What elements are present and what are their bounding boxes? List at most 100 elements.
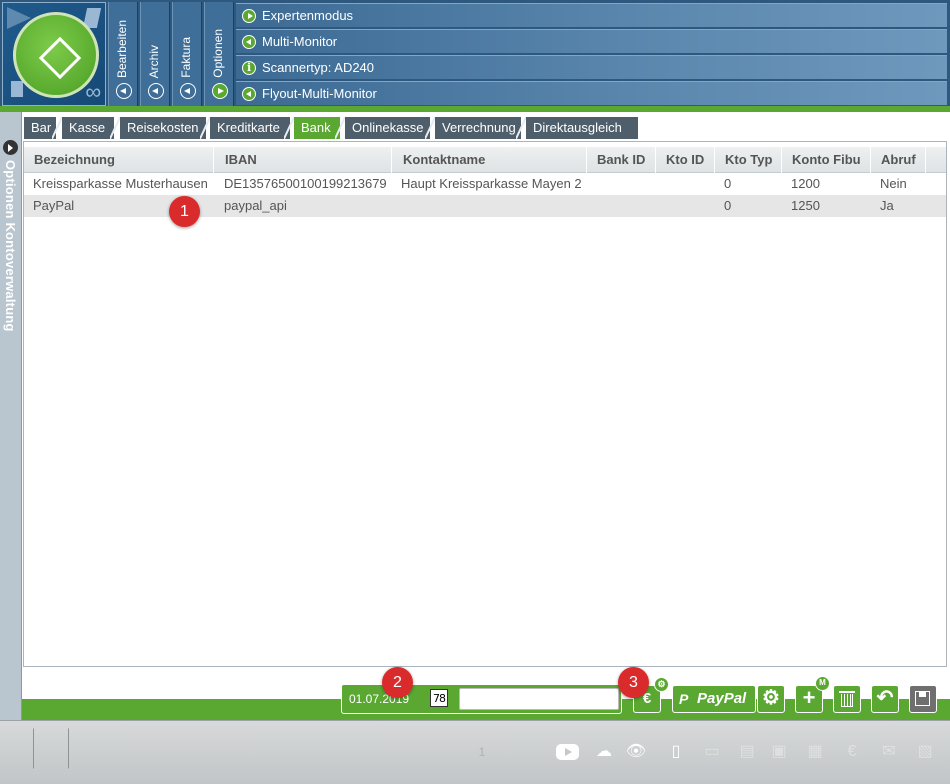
table-row[interactable]: PayPal paypal_api 0 1250 Ja <box>24 195 946 217</box>
tab-bank[interactable]: Bank <box>294 117 340 139</box>
delete-button[interactable] <box>833 685 861 713</box>
cloud-upload-icon[interactable]: ☁ <box>592 741 616 763</box>
cell-konto-fibu: 1250 <box>791 198 820 213</box>
tab-verrechnung[interactable]: Verrechnung <box>435 117 521 139</box>
paypal-logo-icon: P <box>679 691 689 707</box>
arrow-left-icon[interactable] <box>116 83 132 99</box>
cell-bank-id <box>587 195 596 217</box>
tab-separator <box>110 117 120 139</box>
tab-direktausgleich[interactable]: Direktausgleich <box>526 117 638 139</box>
ribbon-divider <box>0 106 950 112</box>
image-icon[interactable]: ▧ <box>913 741 937 763</box>
info-icon <box>242 61 256 75</box>
settings-button[interactable]: ⚙ <box>757 685 785 713</box>
column-header-abruf[interactable]: Abruf <box>871 147 926 173</box>
ribbon-tab-archiv[interactable]: Archiv <box>140 2 170 106</box>
column-header-bezeichnung[interactable]: Bezeichnung <box>24 147 214 173</box>
trash-icon <box>839 691 855 693</box>
ribbon-tab-label: Optionen <box>211 29 225 78</box>
tab-separator <box>516 117 526 139</box>
flyout-label: Flyout-Multi-Monitor <box>262 86 377 101</box>
arrow-right-icon[interactable] <box>212 83 228 99</box>
eye-icon[interactable]: 👁 <box>624 741 648 763</box>
table-header: Bezeichnung IBAN Kontaktname Bank ID Kto… <box>24 147 946 173</box>
cell-kontaktname <box>392 195 401 217</box>
cell-abruf: Nein <box>880 176 907 191</box>
app-logo[interactable]: ∞ <box>2 2 106 106</box>
cell-iban: DE13576500100199213679 <box>224 176 387 191</box>
search-input[interactable] <box>459 688 619 710</box>
top-ribbon: ∞ Bearbeiten Archiv Faktura Optionen Exp… <box>0 0 950 108</box>
column-header-konto-fibu[interactable]: Konto Fibu <box>782 147 871 173</box>
flyout-label: Multi-Monitor <box>262 34 338 49</box>
flyout-label: Scannertyp: AD240 <box>262 60 375 75</box>
column-header-iban[interactable]: IBAN <box>215 147 392 173</box>
ribbon-tab-label: Archiv <box>147 44 161 78</box>
annotation-badge-3: 3 <box>618 667 649 698</box>
column-header-kto-typ[interactable]: Kto Typ <box>715 147 782 173</box>
account-type-tabs: Bar Kasse Reisekosten Kreditkarte Bank O… <box>24 117 944 139</box>
expand-arrow-icon[interactable] <box>3 140 18 155</box>
diamond-icon <box>38 36 82 80</box>
tab-separator <box>284 117 294 139</box>
tab-onlinekasse[interactable]: Onlinekasse <box>345 117 430 139</box>
cell-kto-id <box>656 195 665 217</box>
flyout-scannertyp[interactable]: Scannertyp: AD240 <box>236 55 947 79</box>
add-account-button[interactable]: + M <box>795 676 830 713</box>
scanner-icon[interactable]: ▯ <box>664 741 688 763</box>
page-icon[interactable] <box>11 81 23 97</box>
page-marker: 1 <box>478 745 486 759</box>
calendar-icon[interactable]: 78 <box>430 689 448 707</box>
save-button[interactable] <box>909 685 937 713</box>
next-page-icon[interactable] <box>68 728 82 778</box>
tab-separator <box>335 117 345 139</box>
infinity-icon[interactable]: ∞ <box>85 81 101 103</box>
mail-icon[interactable]: ✉ <box>877 741 901 763</box>
document-icon[interactable]: ▤ <box>735 741 759 763</box>
flyout-flyout-multi-monitor[interactable]: Flyout-Multi-Monitor <box>236 81 947 105</box>
gear-icon: ⚙ <box>762 687 780 709</box>
cell-bezeichnung: PayPal <box>33 198 75 213</box>
ribbon-tab-label: Bearbeiten <box>115 19 129 78</box>
cell-bezeichnung: Kreissparkasse Musterhausen <box>33 176 208 191</box>
tab-separator <box>52 117 62 139</box>
arrow-left-icon[interactable] <box>148 83 164 99</box>
cell-kontaktname: Haupt Kreissparkasse Mayen 2 <box>401 176 582 191</box>
youtube-icon[interactable] <box>556 744 579 760</box>
tab-kasse[interactable]: Kasse <box>62 117 114 139</box>
plus-icon: + <box>802 685 816 710</box>
tablet-icon[interactable]: ▭ <box>700 741 724 763</box>
previous-page-icon[interactable] <box>20 728 34 778</box>
arrow-left-icon[interactable] <box>180 83 196 99</box>
ribbon-tab-bearbeiten[interactable]: Bearbeiten <box>108 2 138 106</box>
side-panel-kontoverwaltung[interactable]: Optionen Kontoverwaltung <box>0 112 22 720</box>
ribbon-tab-faktura[interactable]: Faktura <box>172 2 202 106</box>
play-left-icon <box>242 35 256 49</box>
save-icon <box>915 691 930 706</box>
play-left-icon <box>242 87 256 101</box>
tab-kreditkarte[interactable]: Kreditkarte <box>210 117 290 139</box>
ribbon-tab-label: Faktura <box>179 37 193 78</box>
cell-iban: paypal_api <box>224 198 287 213</box>
ribbon-tab-optionen[interactable]: Optionen <box>204 2 234 106</box>
tab-separator <box>200 117 210 139</box>
grid-icon[interactable]: ▦ <box>803 741 827 763</box>
column-header-bank-id[interactable]: Bank ID <box>587 147 656 173</box>
cell-kto-id <box>656 173 665 195</box>
euro-icon[interactable]: € <box>840 741 864 763</box>
paypal-label: PayPal <box>697 690 747 707</box>
save-icon[interactable]: ▣ <box>767 741 791 763</box>
flyout-multi-monitor[interactable]: Multi-Monitor <box>236 29 947 53</box>
gear-icon[interactable]: ⚙ <box>654 677 669 692</box>
cell-konto-fibu: 1200 <box>791 176 820 191</box>
table-row[interactable]: Kreissparkasse Musterhausen DE1357650010… <box>24 173 946 195</box>
paypal-button[interactable]: P PayPal <box>672 685 756 713</box>
bank-accounts-table: Bezeichnung IBAN Kontaktname Bank ID Kto… <box>23 141 947 667</box>
undo-button[interactable]: ↶ <box>871 685 899 713</box>
column-header-kontaktname[interactable]: Kontaktname <box>393 147 587 173</box>
flyout-expertenmodus[interactable]: Expertenmodus <box>236 3 947 27</box>
cell-kto-typ: 0 <box>724 198 732 213</box>
tab-reisekosten[interactable]: Reisekosten <box>120 117 206 139</box>
column-header-kto-id[interactable]: Kto ID <box>656 147 715 173</box>
annotation-badge-2: 2 <box>382 667 413 698</box>
